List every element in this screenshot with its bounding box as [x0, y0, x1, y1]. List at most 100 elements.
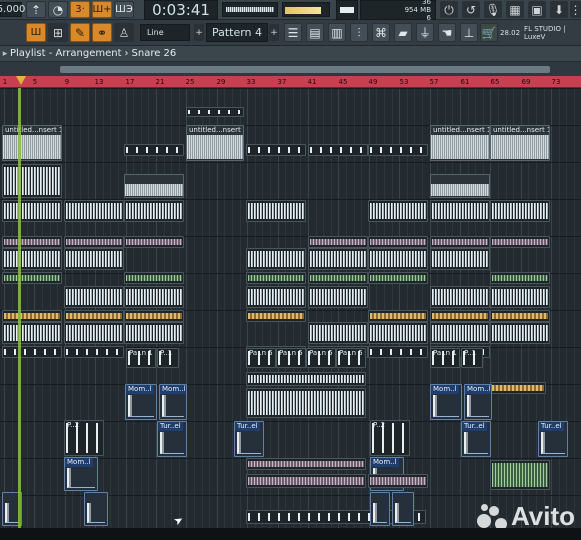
ruler-bar-65[interactable]: 65 [491, 76, 500, 88]
pattern-clip[interactable] [124, 144, 184, 156]
ruler-bar-21[interactable]: 21 [156, 76, 165, 88]
snap-select[interactable]: Line [140, 24, 190, 41]
pattern-clip[interactable]: Pa..n 5 [276, 348, 306, 368]
pattern-clip[interactable] [430, 310, 490, 322]
pattern-prev-button[interactable]: + [194, 24, 204, 41]
pattern-clip[interactable] [368, 200, 428, 222]
pattern-clip[interactable] [2, 164, 62, 198]
pattern-clip[interactable] [124, 236, 184, 248]
pattern-clip[interactable] [2, 236, 62, 248]
playlist-window-button[interactable]: ☰ [284, 23, 302, 42]
pattern-clip[interactable] [368, 474, 428, 488]
mixer-button[interactable]: ⫶ [350, 23, 368, 42]
playlist-menu-arrow-icon[interactable]: ▸ [0, 49, 10, 59]
automation-clip[interactable]: Tur..el [234, 421, 264, 457]
pattern-clip[interactable] [2, 272, 62, 284]
ruler-bar-45[interactable]: 45 [339, 76, 348, 88]
record-audio-button[interactable]: ⊥ [460, 23, 478, 42]
cpu-tool-button[interactable]: ⏚ [416, 23, 434, 42]
timeline-ruler[interactable]: 1 5 9 13 17 21 25 29 33 37 41 45 49 53 57 61 65 69 73 [0, 76, 581, 88]
pattern-clip[interactable] [2, 200, 62, 222]
pattern-clip[interactable]: P..1 [157, 348, 179, 368]
pattern-clip[interactable] [368, 310, 428, 322]
pattern-clip[interactable] [246, 474, 366, 488]
ruler-bar-5[interactable]: 5 [33, 76, 37, 88]
tools-button[interactable]: ☚ [438, 23, 456, 42]
piano-roll-button[interactable]: ▤ [306, 23, 324, 42]
ruler-bar-61[interactable]: 61 [461, 76, 470, 88]
ruler-bar-13[interactable]: 13 [95, 76, 104, 88]
automation-clip[interactable]: Mom..l [125, 384, 157, 420]
panic-button[interactable]: ⏻ [440, 1, 458, 18]
automation-clip[interactable] [84, 492, 108, 526]
song-position-marker[interactable] [16, 76, 26, 85]
pattern-clip[interactable] [490, 272, 550, 284]
download-button[interactable]: ⬇ [550, 1, 568, 18]
pattern-clip[interactable] [368, 144, 428, 156]
pattern-add-button[interactable]: + [269, 24, 279, 41]
pattern-clip[interactable] [430, 200, 490, 222]
typing-keyboard-button[interactable]: Ш [26, 23, 46, 42]
save-button[interactable]: ▣ [528, 1, 546, 18]
automation-clip[interactable]: Mom..l [64, 457, 98, 491]
ruler-bar-41[interactable]: 41 [308, 76, 317, 88]
automation-clip[interactable]: Tur..el [538, 421, 568, 457]
pattern-clip[interactable] [246, 458, 366, 470]
pattern-clip[interactable] [246, 310, 306, 322]
tempo-display[interactable]: 5.000 [0, 2, 25, 17]
draw-tool-button[interactable]: ✎ [70, 23, 90, 42]
pattern-clip[interactable] [124, 272, 184, 284]
pattern-clip[interactable] [246, 200, 306, 222]
pattern-clip[interactable] [308, 236, 368, 248]
pattern-clip[interactable] [490, 382, 546, 394]
ruler-bar-57[interactable]: 57 [430, 76, 439, 88]
pattern-clip[interactable] [246, 144, 306, 156]
pattern-clip[interactable] [124, 200, 184, 222]
pattern-song-toggle[interactable]: ⇡ [26, 1, 46, 18]
step-edit-button[interactable]: ⊞ [48, 23, 68, 42]
ruler-bar-17[interactable]: 17 [126, 76, 135, 88]
plugin-picker-button[interactable]: ▰ [394, 23, 412, 42]
pattern-clip[interactable] [246, 272, 306, 284]
audio-clip[interactable] [124, 174, 184, 198]
ruler-bar-29[interactable]: 29 [217, 76, 226, 88]
channel-rack-button[interactable]: ▥ [328, 23, 346, 42]
automation-clip[interactable]: Tur..el [461, 421, 491, 457]
audio-clip[interactable] [430, 174, 490, 198]
undo-history-button[interactable]: ↺ [462, 1, 480, 18]
automation-clip[interactable]: Mom..l [430, 384, 462, 420]
playlist-overview-scrollbar[interactable] [0, 62, 581, 76]
automation-clip[interactable] [370, 492, 390, 526]
pattern-clip[interactable]: P..1 [461, 348, 483, 368]
pattern-clip[interactable]: Pa..n 1 [126, 348, 156, 368]
pattern-clip[interactable] [368, 248, 428, 270]
master-volume-meter[interactable] [282, 2, 330, 17]
pattern-clip[interactable] [64, 310, 124, 322]
browser-button[interactable]: ⌘ [372, 23, 390, 42]
automation-clip[interactable]: Mom..l [464, 384, 492, 420]
metronome-button[interactable]: ◔ [48, 1, 68, 18]
pattern-clip[interactable] [368, 322, 428, 344]
audio-clip[interactable]: untitled...nsert 1 [430, 125, 490, 161]
pattern-clip[interactable] [490, 236, 550, 248]
pattern-clip[interactable] [2, 346, 62, 358]
automation-clip[interactable]: Tur..el [157, 421, 187, 457]
ruler-bar-73[interactable]: 73 [552, 76, 561, 88]
ruler-bar-53[interactable]: 53 [400, 76, 409, 88]
pattern-clip[interactable] [246, 286, 306, 308]
shop-button[interactable]: 🛒 [480, 23, 498, 42]
midi-button[interactable]: ▦ [506, 1, 524, 18]
pattern-clip[interactable]: Pa..n 5 [336, 348, 366, 368]
pattern-clip[interactable] [430, 236, 490, 248]
pattern-clip[interactable] [2, 322, 62, 344]
pattern-clip[interactable] [368, 236, 428, 248]
ruler-bar-9[interactable]: 9 [65, 76, 69, 88]
song-time-display[interactable]: 0:03:41 [144, 0, 218, 20]
pattern-clip[interactable]: Pa..n 5 [306, 348, 336, 368]
pattern-clip[interactable] [308, 248, 368, 270]
pattern-clip[interactable] [308, 286, 368, 308]
ruler-bar-25[interactable]: 25 [186, 76, 195, 88]
pattern-clip[interactable] [490, 200, 550, 222]
pattern-clip[interactable]: P..2 [64, 420, 104, 456]
ruler-bar-37[interactable]: 37 [278, 76, 287, 88]
